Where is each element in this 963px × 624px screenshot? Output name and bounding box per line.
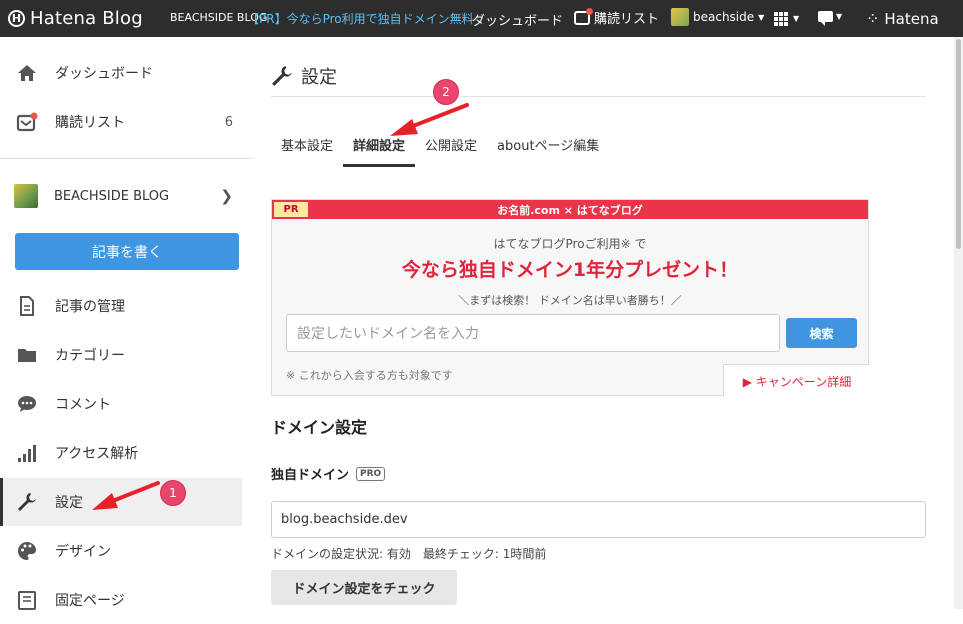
sidebar-item-label: アクセス解析 xyxy=(55,446,139,462)
sidebar-item-analytics[interactable]: アクセス解析 xyxy=(0,429,239,477)
sidebar-item-label: 購読リスト xyxy=(55,115,125,131)
page-title-text: 設定 xyxy=(301,67,337,88)
pr-note: ※ これから入会する方も対象です xyxy=(286,369,453,382)
sidebar-item-label: 設定 xyxy=(55,495,83,511)
comment-icon xyxy=(16,393,38,415)
divider xyxy=(0,158,253,159)
document-icon xyxy=(16,295,38,317)
tab-basic-settings[interactable]: 基本設定 xyxy=(271,131,343,167)
campaign-details-link[interactable]: ▶ キャンペーン詳細 xyxy=(723,364,870,397)
reading-list-icon xyxy=(574,7,593,25)
palette-icon xyxy=(16,540,38,562)
hatena-link[interactable]: ⁘ Hatena xyxy=(866,9,939,28)
logo-text: Hatena Blog xyxy=(30,8,143,29)
page-icon xyxy=(16,589,38,611)
sidebar-item-dashboard[interactable]: ダッシュボード xyxy=(0,49,239,97)
sidebar-item-label: 固定ページ xyxy=(55,593,125,609)
main-content: 設定 基本設定 詳細設定 公開設定 aboutページ編集 PR お名前.com … xyxy=(253,37,953,609)
pr-banner: PR お名前.com × はてなブログ はてなブログProご利用※ で 今なら独… xyxy=(271,199,870,397)
pr-headline: 今なら独自ドメイン1年分プレゼント！ xyxy=(401,259,739,281)
reading-list-label: 購読リスト xyxy=(594,12,660,27)
topbar-promo-link[interactable]: 【PR】今ならPro利用で独自ドメイン無料 xyxy=(247,10,474,27)
custom-domain-input[interactable]: blog.beachside.dev xyxy=(271,501,926,538)
sidebar-item-label: 記事の管理 xyxy=(55,299,125,315)
folder-icon xyxy=(16,344,38,366)
domain-section-title: ドメイン設定 xyxy=(271,418,368,437)
sidebar-item-label: コメント xyxy=(55,397,111,413)
apps-grid-icon[interactable] xyxy=(774,12,788,26)
sidebar-item-comments[interactable]: コメント xyxy=(0,380,239,428)
page-title: 設定 xyxy=(271,63,337,89)
annotation-marker-2: 2 xyxy=(433,79,459,105)
bar-chart-icon xyxy=(16,442,38,464)
sidebar-item-label: カテゴリー xyxy=(55,348,125,364)
domain-search-button[interactable]: 検索 xyxy=(786,318,857,348)
reading-list-icon xyxy=(16,111,38,133)
blog-avatar xyxy=(14,184,38,208)
write-article-button[interactable]: 記事を書く xyxy=(15,233,239,270)
tab-publish-settings[interactable]: 公開設定 xyxy=(415,131,487,167)
check-domain-button[interactable]: ドメイン設定をチェック xyxy=(271,570,457,605)
notifications-menu[interactable]: ▼ xyxy=(818,11,843,26)
pr-tagline: ＼まずは検索！ ドメイン名は早い者勝ち！／ xyxy=(458,294,682,307)
pr-subtitle: はてなブログProご利用※ で xyxy=(493,237,647,251)
notification-dot-icon xyxy=(586,7,593,15)
caret-down-icon: ▼ xyxy=(758,12,765,22)
sidebar-item-categories[interactable]: カテゴリー xyxy=(0,331,239,379)
scrollbar[interactable] xyxy=(954,37,963,609)
user-name: beachside xyxy=(693,10,755,24)
sidebar-item-label: ダッシュボード xyxy=(55,66,153,82)
user-menu[interactable]: beachside ▼ xyxy=(671,8,764,26)
hatena-blog-logo[interactable]: H Hatena Blog xyxy=(8,0,143,37)
top-bar: H Hatena Blog BEACHSIDE BLOG 【PR】今ならPro利… xyxy=(0,0,963,37)
settings-tabs: 基本設定 詳細設定 公開設定 aboutページ編集 xyxy=(271,131,609,167)
topbar-reading-list-link[interactable]: 購読リスト xyxy=(574,7,660,27)
wrench-icon xyxy=(16,491,38,513)
wrench-icon xyxy=(272,66,292,86)
sidebar-blog-selector[interactable]: BEACHSIDE BLOG ❯ xyxy=(0,172,239,220)
pr-header: PR お名前.com × はてなブログ xyxy=(272,200,868,219)
sidebar-item-settings[interactable]: 設定 xyxy=(0,478,242,526)
caret-down-icon: ▼ xyxy=(836,12,843,21)
home-icon xyxy=(16,62,38,84)
sidebar-item-articles[interactable]: 記事の管理 xyxy=(0,282,239,330)
annotation-marker-1: 1 xyxy=(160,480,186,506)
domain-status: ドメインの設定状況: 有効 最終チェック: 1時間前 xyxy=(271,547,547,561)
hatena-label: Hatena xyxy=(884,9,939,28)
divider xyxy=(271,96,926,97)
sidebar: ダッシュボード 購読リスト 6 BEACHSIDE BLOG ❯ 記事を書く 記… xyxy=(0,37,253,610)
hatena-logo-icon: H xyxy=(8,10,25,27)
blog-name: BEACHSIDE BLOG xyxy=(54,188,170,204)
tab-about-page[interactable]: aboutページ編集 xyxy=(487,131,609,167)
domain-search-input[interactable]: 設定したいドメイン名を入力 xyxy=(286,314,780,352)
chevron-right-icon: ❯ xyxy=(220,187,233,205)
scrollbar-thumb[interactable] xyxy=(956,39,961,249)
pr-header-title: お名前.com × はてなブログ xyxy=(497,204,643,217)
custom-domain-label: 独自ドメイン PRO xyxy=(271,464,386,483)
comment-icon xyxy=(818,11,833,26)
hatena-star-icon: ⁘ xyxy=(866,9,880,28)
sidebar-item-label: デザイン xyxy=(55,544,111,560)
topbar-dashboard-link[interactable]: ダッシュボード xyxy=(472,10,563,29)
caret-down-icon: ▼ xyxy=(793,14,800,23)
custom-domain-label-text: 独自ドメイン xyxy=(271,468,350,483)
tab-advanced-settings[interactable]: 詳細設定 xyxy=(343,131,416,167)
user-avatar xyxy=(671,8,689,26)
sidebar-item-reading-list[interactable]: 購読リスト 6 xyxy=(0,98,239,146)
sidebar-item-pages[interactable]: 固定ページ xyxy=(0,576,239,624)
pro-badge: PRO xyxy=(356,466,386,481)
sidebar-item-design[interactable]: デザイン xyxy=(0,527,239,575)
reading-count: 6 xyxy=(224,114,233,130)
